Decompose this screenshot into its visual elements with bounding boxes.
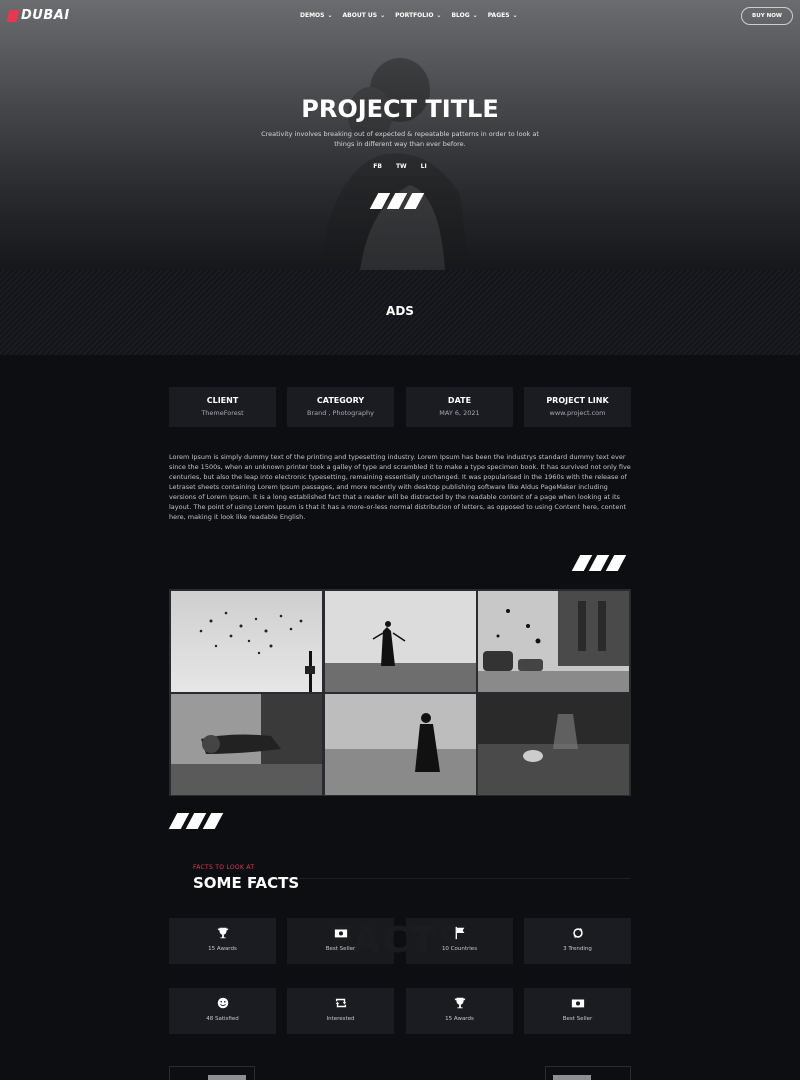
- trophy-icon: [454, 997, 465, 1009]
- menu-label: ABOUT US: [342, 12, 378, 19]
- fact-label: Best Seller: [562, 1016, 593, 1022]
- previous-project-thumbnail: [553, 1075, 591, 1080]
- social-link-facebook[interactable]: FB: [373, 163, 382, 170]
- gallery-photo-woman-lying[interactable]: [171, 694, 322, 795]
- fact-label: Best Seller: [325, 946, 356, 952]
- main-menu: DEMOS ⌄ ABOUT US ⌄ PORTFOLIO ⌄ BLOG ⌄ PAGES ⌄: [300, 12, 518, 19]
- stripes-decoration-icon: [168, 813, 224, 829]
- info-value: MAY 6, 2021: [439, 409, 480, 417]
- chevron-down-icon: ⌄: [327, 12, 333, 19]
- chevron-down-icon: ⌄: [472, 12, 478, 19]
- fact-card-trending[interactable]: 3 Trending: [524, 918, 631, 964]
- top-navbar: DUBAI DEMOS ⌄ ABOUT US ⌄ PORTFOLIO ⌄ BLOG ⌄ …: [0, 0, 800, 32]
- menu-item-about-us[interactable]: ABOUT US ⌄: [343, 12, 386, 19]
- hero-section: DUBAI DEMOS ⌄ ABOUT US ⌄ PORTFOLIO ⌄ BLOG ⌄ …: [0, 0, 800, 270]
- facts-eyebrow: FACTS TO LOOK AT: [193, 864, 255, 871]
- chevron-down-icon: ⌄: [380, 12, 386, 19]
- fact-label: 15 Awards: [208, 946, 237, 952]
- category-title: ADS: [386, 304, 414, 318]
- fact-label: Interested: [326, 1016, 355, 1022]
- refresh-icon: [572, 927, 583, 939]
- gallery-photo-beach[interactable]: [325, 694, 476, 795]
- menu-item-portfolio[interactable]: PORTFOLIO ⌄: [395, 12, 441, 19]
- social-links: FB TW LI: [0, 163, 800, 170]
- divider: [300, 878, 630, 879]
- fact-label: 10 Countries: [441, 946, 478, 952]
- retweet-icon: [335, 998, 346, 1008]
- project-link[interactable]: www.project.com: [524, 409, 631, 417]
- info-label: PROJECT LINK: [546, 396, 609, 405]
- social-link-twitter[interactable]: TW: [396, 163, 407, 170]
- fact-card-countries[interactable]: 10 Countries: [406, 918, 513, 964]
- menu-item-blog[interactable]: BLOG ⌄: [451, 12, 477, 19]
- logo-text: DUBAI: [21, 8, 70, 23]
- hero-subtitle: Creativity involves breaking out of expe…: [261, 130, 539, 148]
- flag-icon: [455, 926, 464, 940]
- fact-card-best-seller[interactable]: Best Seller: [287, 918, 394, 964]
- fact-card-satisfied[interactable]: 48 Satisfied: [169, 988, 276, 1034]
- fact-card-awards[interactable]: 15 Awards: [169, 918, 276, 964]
- info-label: DATE: [447, 396, 472, 405]
- info-card-project-link: PROJECT LINK www.project.com: [524, 387, 631, 427]
- info-label: CATEGORY: [316, 396, 365, 405]
- gallery-photo-field[interactable]: [325, 591, 476, 692]
- gallery-photo-coffee[interactable]: [478, 694, 629, 795]
- menu-label: PAGES: [487, 12, 510, 19]
- stripes-decoration-icon: [571, 555, 627, 571]
- page-title: PROJECT TITLE: [301, 95, 499, 123]
- logo-mark-icon: [6, 9, 20, 22]
- gallery-photo-birds[interactable]: [171, 591, 322, 692]
- menu-label: BLOG: [451, 12, 470, 19]
- trophy-icon: [217, 927, 228, 939]
- info-label: CLIENT: [206, 396, 239, 405]
- logo[interactable]: DUBAI: [6, 8, 70, 23]
- menu-item-pages[interactable]: PAGES ⌄: [488, 12, 518, 19]
- fact-label: 15 Awards: [445, 1016, 474, 1022]
- buy-now-button[interactable]: BUY NOW: [741, 7, 793, 25]
- money-icon: [571, 999, 584, 1008]
- info-card-date: DATE MAY 6, 2021: [406, 387, 513, 427]
- photo-gallery: [169, 589, 631, 796]
- menu-label: PORTFOLIO: [395, 12, 434, 19]
- gallery-photo-street[interactable]: [478, 591, 629, 692]
- social-link-linkedin[interactable]: LI: [421, 163, 427, 170]
- menu-label: DEMOS: [300, 12, 325, 19]
- fact-card-interested[interactable]: Interested: [287, 988, 394, 1034]
- stripes-decoration-icon: [369, 193, 425, 209]
- fact-card-best-seller-2[interactable]: Best Seller: [524, 988, 631, 1034]
- chevron-down-icon: ⌄: [436, 12, 442, 19]
- info-value: Brand , Photography: [307, 409, 374, 417]
- money-icon: [334, 929, 347, 938]
- fact-label: 48 Satisfied: [206, 1016, 239, 1022]
- smile-icon: [217, 997, 228, 1009]
- project-description: Lorem Ipsum is simply dummy text of the …: [169, 453, 631, 521]
- menu-item-demos[interactable]: DEMOS ⌄: [300, 12, 333, 19]
- fact-card-awards-2[interactable]: 15 Awards: [406, 988, 513, 1034]
- next-project-thumbnail: [208, 1075, 246, 1080]
- facts-title: SOME FACTS: [193, 874, 300, 892]
- fact-label: 3 Trending: [563, 946, 592, 952]
- info-card-category: CATEGORY Brand , Photography: [287, 387, 394, 427]
- info-card-client: CLIENT ThemeForest: [169, 387, 276, 427]
- info-value: ThemeForest: [201, 409, 244, 417]
- chevron-down-icon: ⌄: [512, 12, 518, 19]
